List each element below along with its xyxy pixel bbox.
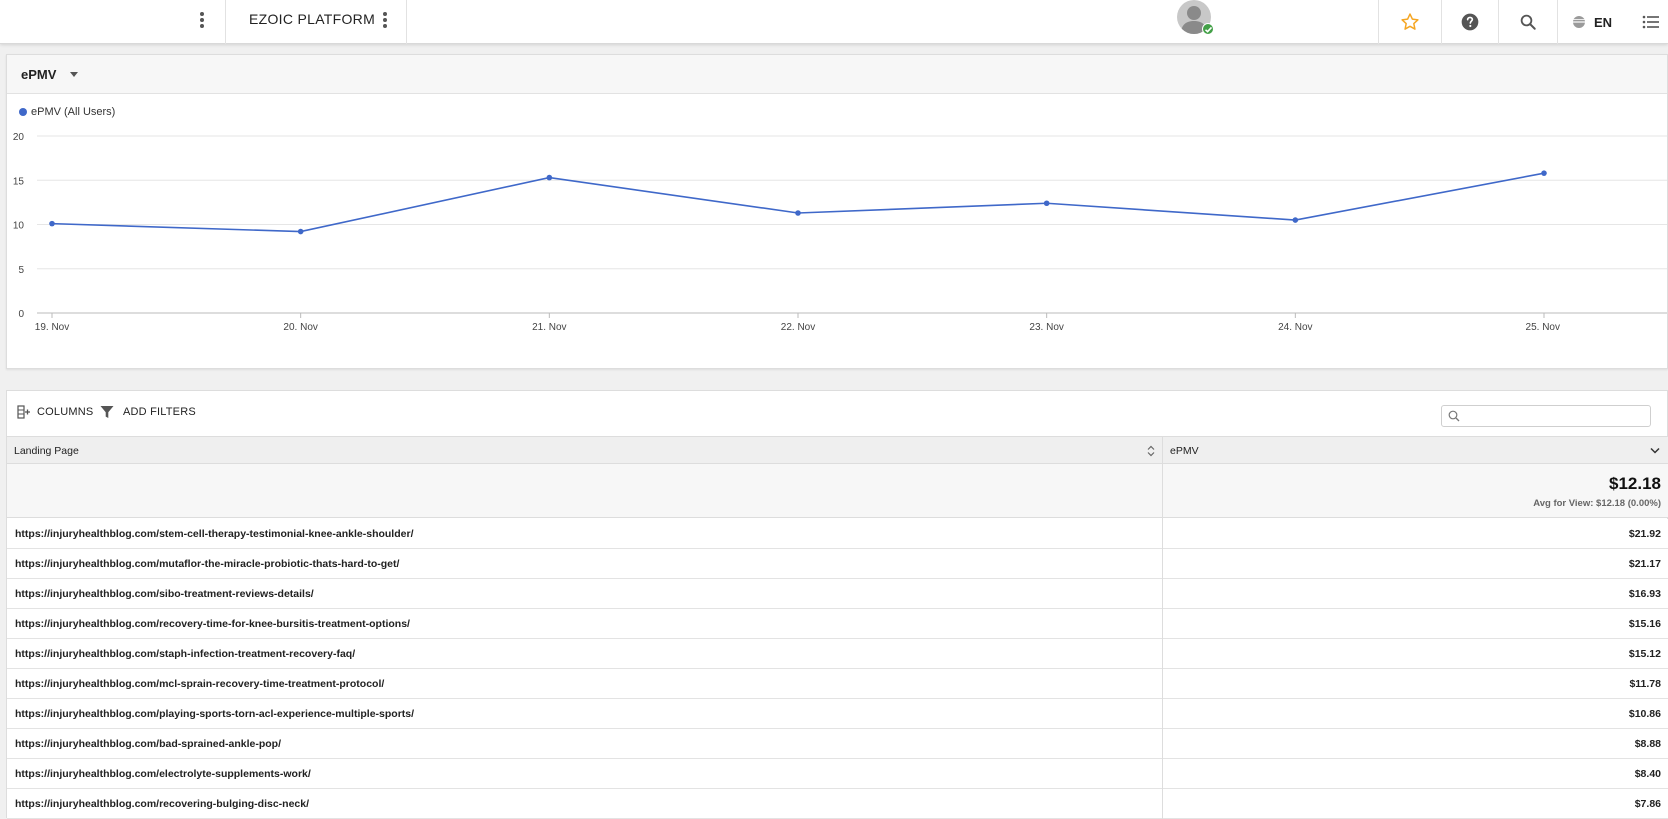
- table-row[interactable]: https://injuryhealthblog.com/mutaflor-th…: [7, 549, 1668, 579]
- report-table-card: COLUMNS ADD FILTERS Landing Page ePMV $1…: [6, 390, 1668, 819]
- y-tick-label: 0: [18, 309, 24, 320]
- landing-page-link[interactable]: https://injuryhealthblog.com/recovery-ti…: [15, 618, 410, 630]
- help-button[interactable]: [1442, 0, 1498, 44]
- epmv-value: $7.86: [1634, 798, 1661, 810]
- landing-page-link[interactable]: https://injuryhealthblog.com/stem-cell-t…: [15, 528, 413, 540]
- brand-title: EZOIC PLATFORM: [249, 11, 376, 27]
- table-row[interactable]: https://injuryhealthblog.com/stem-cell-t…: [7, 519, 1668, 549]
- landing-page-link[interactable]: https://injuryhealthblog.com/electrolyte…: [15, 768, 311, 780]
- landing-page-link[interactable]: https://injuryhealthblog.com/playing-spo…: [15, 708, 414, 720]
- table-toolbar: COLUMNS ADD FILTERS: [7, 391, 1667, 436]
- data-point[interactable]: [1541, 170, 1547, 176]
- y-tick-label: 20: [13, 132, 25, 143]
- x-tick-label: 21. Nov: [532, 322, 566, 333]
- epmv-value: $16.93: [1628, 588, 1661, 600]
- table-row[interactable]: https://injuryhealthblog.com/electrolyte…: [7, 759, 1668, 789]
- x-tick-label: 23. Nov: [1029, 322, 1063, 333]
- search-icon: [1448, 410, 1460, 422]
- columns-icon: [17, 405, 30, 419]
- add-filters-label: ADD FILTERS: [123, 406, 196, 418]
- x-tick-label: 22. Nov: [781, 322, 815, 333]
- column-header-epmv[interactable]: ePMV: [1163, 437, 1668, 464]
- left-menu-kebab-icon[interactable]: [197, 10, 207, 34]
- y-tick-label: 5: [18, 265, 24, 276]
- data-point[interactable]: [49, 220, 55, 227]
- divider: [406, 0, 407, 44]
- line-chart: 0 5 10 15 20 19. Nov 20. Nov 21. Nov 22. Nov 23. …: [13, 132, 1667, 333]
- chart-card: ePMV ePMV (All Users) 0 5 10 15 20 19. Nov 20.…: [6, 54, 1668, 369]
- column-header-landing-page[interactable]: Landing Page: [7, 437, 1162, 464]
- language-selector[interactable]: EN: [1558, 0, 1634, 44]
- y-tick-label: 10: [13, 221, 25, 232]
- online-status-icon: [1202, 23, 1214, 35]
- list-menu-button[interactable]: [1634, 0, 1668, 44]
- x-tick-label: 24. Nov: [1278, 322, 1312, 333]
- data-point[interactable]: [546, 174, 553, 181]
- table-search-input[interactable]: [1464, 407, 1644, 425]
- table-search-box: [1441, 405, 1651, 427]
- favorite-star-button[interactable]: [1379, 0, 1441, 44]
- epmv-value: $10.86: [1628, 708, 1661, 720]
- add-filters-button[interactable]: ADD FILTERS: [100, 405, 196, 419]
- table-header: Landing Page ePMV: [7, 436, 1668, 464]
- star-icon: [1401, 13, 1419, 30]
- platform-menu-kebab-icon[interactable]: [380, 10, 390, 34]
- columns-button[interactable]: COLUMNS: [17, 405, 93, 419]
- table-row[interactable]: https://injuryhealthblog.com/recovery-ti…: [7, 609, 1668, 639]
- table-row[interactable]: https://injuryhealthblog.com/mcl-sprain-…: [7, 669, 1668, 699]
- data-point[interactable]: [1292, 217, 1299, 223]
- summary-average: Avg for View: $12.18 (0.00%): [1533, 498, 1661, 509]
- sort-descending-icon: [1650, 447, 1660, 454]
- data-point[interactable]: [1043, 200, 1050, 207]
- table-row[interactable]: https://injuryhealthblog.com/bad-spraine…: [7, 729, 1668, 759]
- epmv-value: $15.16: [1628, 618, 1661, 630]
- globe-icon: [1573, 16, 1585, 28]
- landing-page-link[interactable]: https://injuryhealthblog.com/sibo-treatm…: [15, 588, 314, 600]
- y-tick-label: 15: [13, 176, 25, 187]
- top-bar: EZOIC PLATFORM EN: [0, 0, 1668, 44]
- column-header-label: ePMV: [1170, 445, 1199, 457]
- x-tick-label: 25. Nov: [1526, 322, 1560, 333]
- data-point[interactable]: [795, 210, 801, 216]
- epmv-value: $11.78: [1629, 678, 1661, 690]
- list-menu-icon: [1642, 15, 1659, 29]
- epmv-value: $8.40: [1634, 768, 1661, 780]
- landing-page-link[interactable]: https://injuryhealthblog.com/recovering-…: [15, 798, 309, 810]
- summary-total: $12.18: [1609, 474, 1661, 493]
- filter-icon: [100, 406, 114, 418]
- x-tick-label: 19. Nov: [35, 322, 69, 333]
- table-row[interactable]: https://injuryhealthblog.com/playing-spo…: [7, 699, 1668, 729]
- summary-row: $12.18 Avg for View: $12.18 (0.00%): [7, 464, 1668, 518]
- help-icon: [1461, 13, 1479, 31]
- table-row[interactable]: https://injuryhealthblog.com/recovering-…: [7, 789, 1668, 819]
- epmv-value: $15.12: [1628, 648, 1661, 660]
- landing-page-link[interactable]: https://injuryhealthblog.com/mutaflor-th…: [15, 558, 399, 570]
- epmv-value: $21.17: [1628, 558, 1661, 570]
- x-tick-label: 20. Nov: [283, 322, 317, 333]
- series-line: [51, 172, 1545, 233]
- search-icon: [1520, 14, 1536, 30]
- divider: [225, 0, 226, 44]
- table-row[interactable]: https://injuryhealthblog.com/staph-infec…: [7, 639, 1668, 669]
- landing-page-link[interactable]: https://injuryhealthblog.com/staph-infec…: [15, 648, 355, 660]
- column-header-label: Landing Page: [14, 445, 79, 457]
- data-point[interactable]: [297, 228, 304, 235]
- column-divider: [1162, 436, 1163, 819]
- columns-label: COLUMNS: [37, 406, 94, 418]
- search-button[interactable]: [1499, 0, 1557, 44]
- epmv-value: $21.92: [1628, 528, 1661, 540]
- landing-page-link[interactable]: https://injuryhealthblog.com/bad-spraine…: [15, 738, 281, 750]
- sort-icon: [1147, 445, 1155, 457]
- epmv-value: $8.88: [1634, 738, 1661, 750]
- table-row[interactable]: https://injuryhealthblog.com/sibo-treatm…: [7, 579, 1668, 609]
- landing-page-link[interactable]: https://injuryhealthblog.com/mcl-sprain-…: [15, 678, 384, 690]
- language-label: EN: [1594, 14, 1613, 30]
